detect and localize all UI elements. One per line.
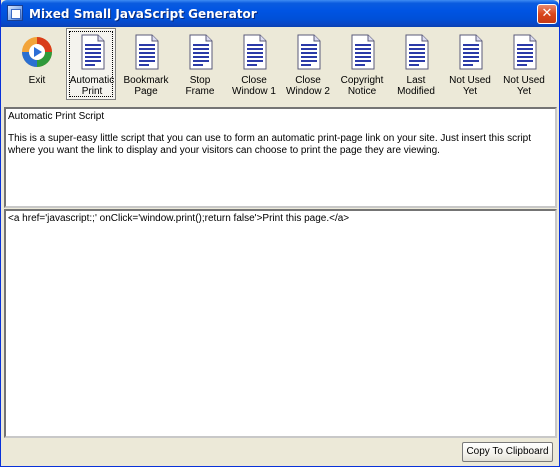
stop-frame-label: Stop Frame (185, 75, 215, 97)
automatic-print-button[interactable]: Automatic Print (66, 28, 116, 100)
description-body: This is a super-easy little script that … (8, 133, 532, 156)
exit-button[interactable]: Exit (11, 28, 61, 100)
document-icon (183, 32, 217, 72)
code-textarea[interactable]: <a href='javascript:;' onClick='window.p… (4, 209, 557, 438)
window-title: Mixed Small JavaScript Generator (29, 7, 257, 21)
stop-frame-button[interactable]: Stop Frame (174, 28, 224, 100)
not-used-yet-button-1[interactable]: Not Used Yet (444, 28, 494, 100)
document-icon (237, 32, 271, 72)
document-icon (399, 32, 433, 72)
copyright-notice-button[interactable]: Copyright Notice (336, 28, 386, 100)
document-icon (453, 32, 487, 72)
exit-icon (20, 32, 54, 72)
document-icon (507, 32, 541, 72)
copy-to-clipboard-button[interactable]: Copy To Clipboard (462, 442, 553, 462)
description-textarea[interactable]: Automatic Print Script This is a super-e… (4, 107, 557, 208)
close-window-1-button[interactable]: Close Window 1 (228, 28, 278, 100)
last-modified-button[interactable]: Last Modified (390, 28, 440, 100)
last-modified-label: Last Modified (397, 75, 435, 97)
document-icon (291, 32, 325, 72)
not-used-yet-button-2[interactable]: Not Used Yet (498, 28, 548, 100)
document-icon (129, 32, 163, 72)
automatic-print-label: Automatic Print (69, 75, 115, 97)
copyright-notice-label: Copyright Notice (340, 75, 384, 97)
close-icon: ✕ (541, 6, 553, 21)
bookmark-page-button[interactable]: Bookmark Page (120, 28, 170, 100)
title-bar[interactable]: Mixed Small JavaScript Generator ✕ (1, 0, 559, 27)
description-title: Automatic Print Script (8, 111, 105, 122)
close-window-1-label: Close Window 1 (232, 75, 276, 97)
app-window: Mixed Small JavaScript Generator ✕ Exit (0, 0, 560, 467)
bookmark-page-label: Bookmark Page (123, 75, 169, 97)
not-used-yet-label: Not Used Yet (503, 75, 545, 97)
close-window-2-label: Close Window 2 (286, 75, 330, 97)
document-icon (345, 32, 379, 72)
close-window-2-button[interactable]: Close Window 2 (282, 28, 332, 100)
not-used-yet-label: Not Used Yet (449, 75, 491, 97)
toolbar: Exit Automatic Print Bookmark Page Stop … (7, 28, 555, 104)
document-icon (75, 32, 109, 72)
exit-label: Exit (28, 75, 46, 86)
app-icon (7, 5, 23, 21)
code-text: <a href='javascript:;' onClick='window.p… (8, 213, 350, 224)
close-button[interactable]: ✕ (537, 4, 557, 24)
